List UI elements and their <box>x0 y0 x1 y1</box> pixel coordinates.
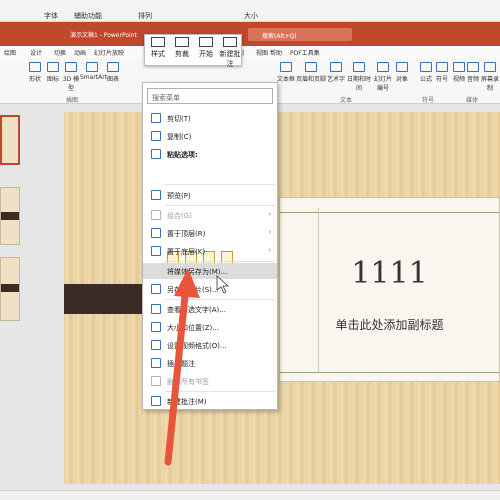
arrow-head <box>174 268 200 298</box>
mouse-cursor-icon <box>216 275 230 294</box>
arrow-shaft <box>164 282 190 466</box>
status-bar <box>0 490 500 500</box>
annotation-arrow <box>164 268 230 466</box>
